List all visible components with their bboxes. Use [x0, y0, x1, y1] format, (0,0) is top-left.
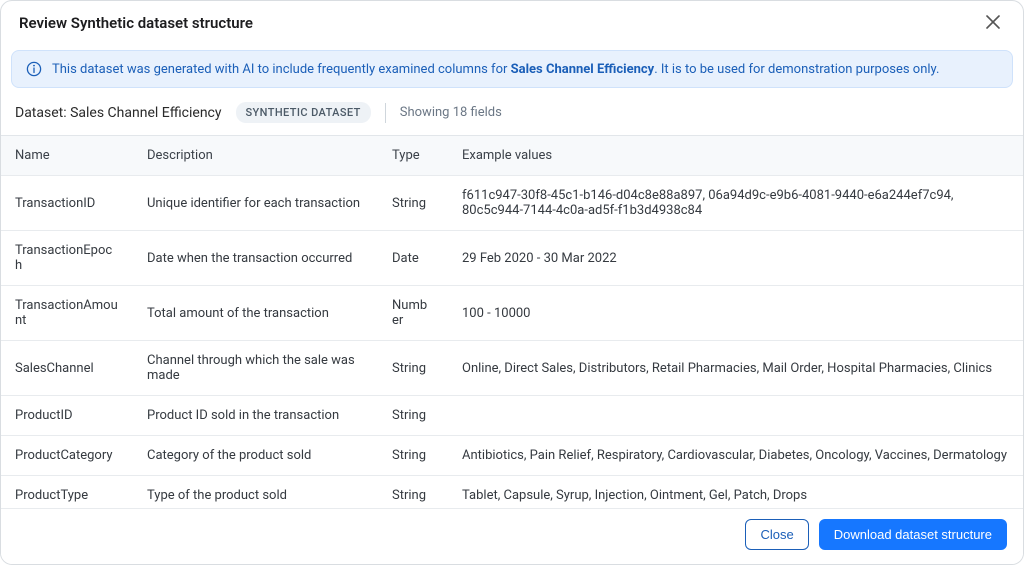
cell-example: Antibiotics, Pain Relief, Respiratory, C…: [448, 436, 1023, 476]
close-icon-button[interactable]: [981, 11, 1005, 35]
info-icon: [26, 61, 42, 77]
close-icon: [986, 15, 1000, 32]
cell-name: TransactionEpoch: [1, 231, 133, 286]
table-row: ProductCategoryCategory of the product s…: [1, 436, 1023, 476]
download-structure-button[interactable]: Download dataset structure: [819, 519, 1007, 550]
review-dataset-modal: Review Synthetic dataset structure This …: [0, 0, 1024, 565]
cell-name: ProductType: [1, 476, 133, 509]
info-banner: This dataset was generated with AI to in…: [11, 50, 1013, 88]
cell-description: Unique identifier for each transaction: [133, 176, 378, 231]
cell-description: Channel through which the sale was made: [133, 341, 378, 396]
cell-type: String: [378, 396, 448, 436]
cell-type: String: [378, 341, 448, 396]
close-button[interactable]: Close: [745, 519, 808, 550]
col-type: Type: [378, 136, 448, 176]
fields-table-container[interactable]: Name Description Type Example values Tra…: [1, 136, 1023, 508]
cell-example: Online, Direct Sales, Distributors, Reta…: [448, 341, 1023, 396]
field-count: Showing 18 fields: [400, 105, 502, 120]
info-banner-text: This dataset was generated with AI to in…: [52, 62, 939, 77]
dataset-bar: Dataset: Sales Channel Efficiency SYNTHE…: [1, 88, 1023, 136]
table-row: TransactionEpochDate when the transactio…: [1, 231, 1023, 286]
fields-table: Name Description Type Example values Tra…: [1, 136, 1023, 508]
info-banner-post: . It is to be used for demonstration pur…: [654, 62, 939, 77]
col-example: Example values: [448, 136, 1023, 176]
cell-type: String: [378, 476, 448, 509]
cell-name: TransactionID: [1, 176, 133, 231]
dataset-name-prefix: Dataset:: [15, 105, 70, 121]
col-name: Name: [1, 136, 133, 176]
cell-example: 29 Feb 2020 - 30 Mar 2022: [448, 231, 1023, 286]
modal-title: Review Synthetic dataset structure: [19, 14, 253, 32]
cell-description: Category of the product sold: [133, 436, 378, 476]
synthetic-dataset-badge: SYNTHETIC DATASET: [236, 102, 371, 123]
table-row: ProductTypeType of the product soldStrin…: [1, 476, 1023, 509]
vertical-divider: [385, 103, 386, 123]
dataset-name: Dataset: Sales Channel Efficiency: [15, 105, 222, 121]
modal-header: Review Synthetic dataset structure: [1, 1, 1023, 46]
cell-name: ProductID: [1, 396, 133, 436]
cell-example: Tablet, Capsule, Syrup, Injection, Ointm…: [448, 476, 1023, 509]
cell-description: Total amount of the transaction: [133, 286, 378, 341]
dataset-name-value: Sales Channel Efficiency: [70, 105, 221, 121]
cell-description: Date when the transaction occurred: [133, 231, 378, 286]
table-row: TransactionAmountTotal amount of the tra…: [1, 286, 1023, 341]
table-row: SalesChannelChannel through which the sa…: [1, 341, 1023, 396]
info-banner-strong: Sales Channel Efficiency: [511, 62, 655, 77]
cell-description: Type of the product sold: [133, 476, 378, 509]
col-description: Description: [133, 136, 378, 176]
table-row: ProductIDProduct ID sold in the transact…: [1, 396, 1023, 436]
info-banner-pre: This dataset was generated with AI to in…: [52, 62, 511, 77]
modal-footer: Close Download dataset structure: [1, 508, 1023, 564]
cell-example: f611c947-30f8-45c1-b146-d04c8e88a897, 06…: [448, 176, 1023, 231]
cell-type: String: [378, 436, 448, 476]
cell-type: String: [378, 176, 448, 231]
cell-example: [448, 396, 1023, 436]
table-header-row: Name Description Type Example values: [1, 136, 1023, 176]
cell-name: TransactionAmount: [1, 286, 133, 341]
cell-example: 100 - 10000: [448, 286, 1023, 341]
cell-name: ProductCategory: [1, 436, 133, 476]
table-row: TransactionIDUnique identifier for each …: [1, 176, 1023, 231]
cell-description: Product ID sold in the transaction: [133, 396, 378, 436]
cell-name: SalesChannel: [1, 341, 133, 396]
cell-type: Date: [378, 231, 448, 286]
cell-type: Number: [378, 286, 448, 341]
